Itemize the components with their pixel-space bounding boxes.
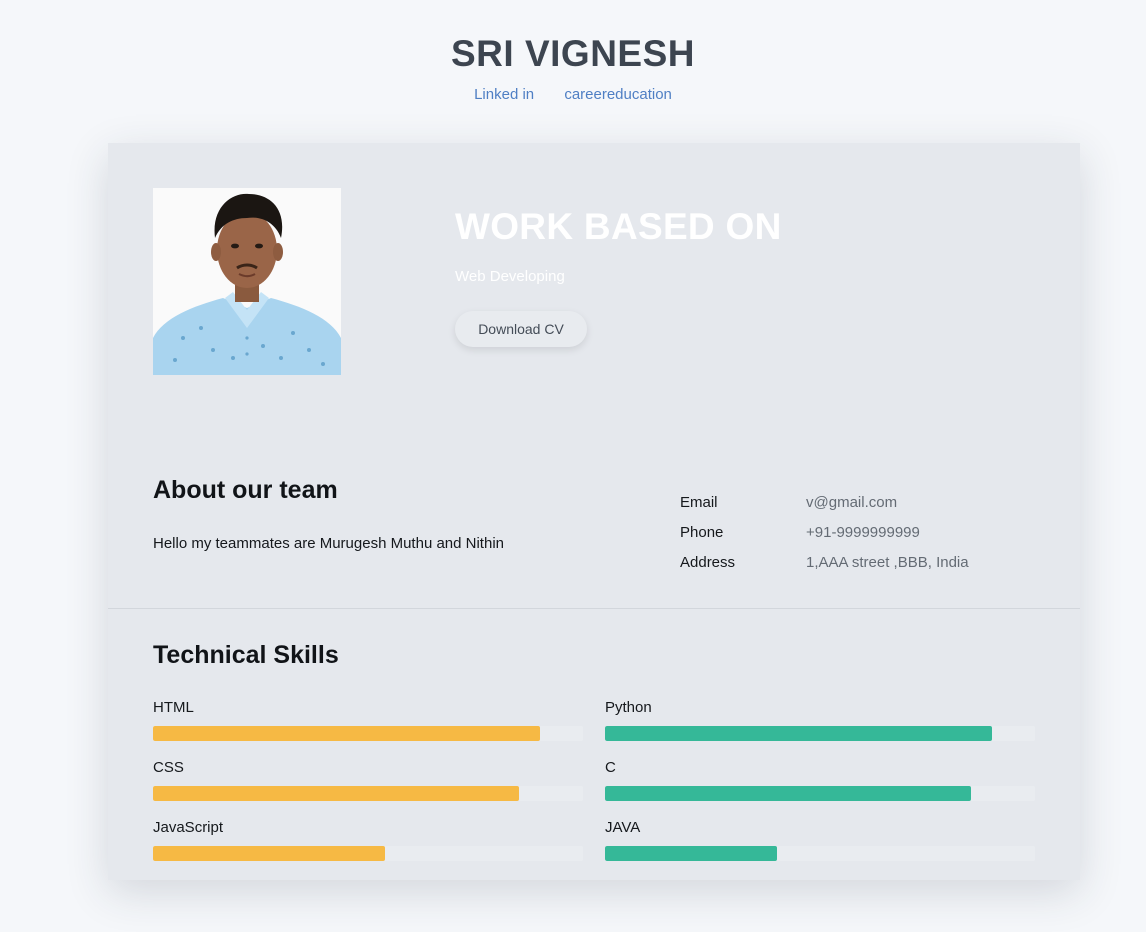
skill-bar-track	[153, 726, 583, 741]
linkedin-link[interactable]: Linked in	[474, 86, 534, 103]
skill-bar-track	[153, 786, 583, 801]
site-header: SRI VIGNESH Linked in careereducation	[0, 30, 1146, 103]
skill-bar-track	[605, 726, 1035, 741]
header-links: Linked in careereducation	[0, 86, 1146, 103]
download-cv-button[interactable]: Download CV	[455, 311, 587, 347]
hero-title: WORK BASED ON	[455, 206, 782, 247]
phone-value: +91-9999999999	[806, 523, 920, 541]
skill-name: HTML	[153, 699, 194, 716]
contact-row-address: Address 1,AAA street ,BBB, India	[680, 547, 969, 577]
skill-bar-fill	[153, 846, 386, 861]
email-label: Email	[680, 493, 718, 511]
skill-javascript: JavaScript	[153, 818, 583, 878]
profile-photo	[153, 188, 341, 375]
skill-name: JAVA	[605, 819, 641, 836]
skill-java: JAVA	[605, 818, 1035, 878]
skill-bar-track	[605, 786, 1035, 801]
skill-html: HTML	[153, 698, 583, 758]
skills-column-right: Python C JAVA	[605, 698, 1035, 878]
skill-name: JavaScript	[153, 819, 224, 836]
careereducation-link[interactable]: careereducation	[564, 86, 672, 103]
skills-grid: HTML CSS JavaScript Python C JAVA	[153, 698, 1035, 878]
skill-bar-fill	[605, 726, 992, 741]
contact-info: Email v@gmail.com Phone +91-9999999999 A…	[680, 487, 969, 577]
skill-bar-fill	[605, 846, 777, 861]
email-value: v@gmail.com	[806, 493, 898, 511]
skill-python: Python	[605, 698, 1035, 758]
skills-column-left: HTML CSS JavaScript	[153, 698, 583, 878]
site-title: SRI VIGNESH	[451, 33, 695, 74]
address-label: Address	[680, 553, 736, 571]
skill-bar-track	[153, 846, 583, 861]
phone-label: Phone	[680, 523, 724, 541]
contact-row-phone: Phone +91-9999999999	[680, 517, 969, 547]
skills-section: Technical Skills HTML CSS JavaScript Pyt…	[153, 638, 1035, 878]
skill-name: Python	[605, 699, 652, 716]
skill-bar-track	[605, 846, 1035, 861]
about-heading: About our team	[153, 476, 338, 504]
skills-heading: Technical Skills	[153, 641, 339, 669]
address-value: 1,AAA street ,BBB, India	[806, 553, 969, 571]
resume-card: WORK BASED ON Web Developing Download CV…	[108, 143, 1080, 880]
section-divider	[108, 608, 1080, 609]
about-text: Hello my teammates are Murugesh Muthu an…	[153, 535, 504, 552]
skill-name: CSS	[153, 759, 184, 776]
skill-bar-fill	[605, 786, 971, 801]
skill-bar-fill	[153, 786, 519, 801]
skill-c: C	[605, 758, 1035, 818]
hero-section: WORK BASED ON Web Developing Download CV	[455, 205, 782, 347]
page: SRI VIGNESH Linked in careereducation WO…	[0, 0, 1146, 932]
skill-css: CSS	[153, 758, 583, 818]
about-section: About our team Hello my teammates are Mu…	[153, 473, 504, 552]
contact-row-email: Email v@gmail.com	[680, 487, 969, 517]
hero-subtitle: Web Developing	[455, 268, 565, 285]
skill-bar-fill	[153, 726, 540, 741]
skill-name: C	[605, 759, 616, 776]
